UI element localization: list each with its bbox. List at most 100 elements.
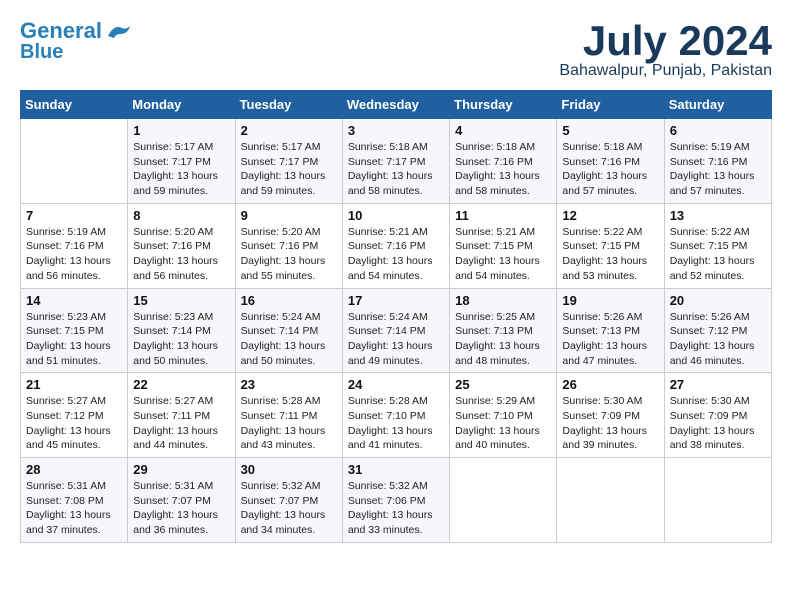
day-number: 5 xyxy=(562,123,658,138)
calendar-cell: 19 Sunrise: 5:26 AM Sunset: 7:13 PM Dayli… xyxy=(557,288,664,373)
header-thursday: Thursday xyxy=(450,91,557,119)
header-monday: Monday xyxy=(128,91,235,119)
logo-bird-icon xyxy=(104,20,132,42)
calendar-cell: 7 Sunrise: 5:19 AM Sunset: 7:16 PM Daylig… xyxy=(21,203,128,288)
calendar-cell: 13 Sunrise: 5:22 AM Sunset: 7:15 PM Dayli… xyxy=(664,203,771,288)
calendar-table: SundayMondayTuesdayWednesdayThursdayFrid… xyxy=(20,90,772,543)
calendar-cell: 28Sunrise: 5:31 AM Sunset: 7:08 PM Dayli… xyxy=(21,458,128,543)
calendar-cell: 8 Sunrise: 5:20 AM Sunset: 7:16 PM Daylig… xyxy=(128,203,235,288)
calendar-week-4: 21 Sunrise: 5:27 AM Sunset: 7:12 PM Dayli… xyxy=(21,373,772,458)
calendar-cell: 14Sunrise: 5:23 AM Sunset: 7:15 PM Dayli… xyxy=(21,288,128,373)
calendar-cell: 26Sunrise: 5:30 AM Sunset: 7:09 PM Dayli… xyxy=(557,373,664,458)
calendar-cell: 10 Sunrise: 5:21 AM Sunset: 7:16 PM Dayli… xyxy=(342,203,449,288)
calendar-week-3: 14Sunrise: 5:23 AM Sunset: 7:15 PM Dayli… xyxy=(21,288,772,373)
day-info: Sunrise: 5:19 AM Sunset: 7:16 PM Dayligh… xyxy=(26,225,122,284)
day-info: Sunrise: 5:26 AM Sunset: 7:12 PM Dayligh… xyxy=(670,310,766,369)
day-number: 8 xyxy=(133,208,229,223)
calendar-cell: 9 Sunrise: 5:20 AM Sunset: 7:16 PM Daylig… xyxy=(235,203,342,288)
header-tuesday: Tuesday xyxy=(235,91,342,119)
header-sunday: Sunday xyxy=(21,91,128,119)
day-info: Sunrise: 5:25 AM Sunset: 7:13 PM Dayligh… xyxy=(455,310,551,369)
calendar-cell: 6Sunrise: 5:19 AM Sunset: 7:16 PM Daylig… xyxy=(664,119,771,204)
day-number: 23 xyxy=(241,377,337,392)
day-number: 24 xyxy=(348,377,444,392)
day-info: Sunrise: 5:31 AM Sunset: 7:08 PM Dayligh… xyxy=(26,479,122,538)
day-info: Sunrise: 5:23 AM Sunset: 7:15 PM Dayligh… xyxy=(26,310,122,369)
calendar-cell: 21 Sunrise: 5:27 AM Sunset: 7:12 PM Dayli… xyxy=(21,373,128,458)
calendar-cell: 1 Sunrise: 5:17 AM Sunset: 7:17 PM Daylig… xyxy=(128,119,235,204)
day-number: 4 xyxy=(455,123,551,138)
calendar-cell xyxy=(21,119,128,204)
day-number: 2 xyxy=(241,123,337,138)
day-number: 30 xyxy=(241,462,337,477)
day-info: Sunrise: 5:19 AM Sunset: 7:16 PM Dayligh… xyxy=(670,140,766,199)
day-number: 13 xyxy=(670,208,766,223)
calendar-cell: 17 Sunrise: 5:24 AM Sunset: 7:14 PM Dayli… xyxy=(342,288,449,373)
day-info: Sunrise: 5:17 AM Sunset: 7:17 PM Dayligh… xyxy=(241,140,337,199)
day-number: 9 xyxy=(241,208,337,223)
calendar-cell: 30 Sunrise: 5:32 AM Sunset: 7:07 PM Dayli… xyxy=(235,458,342,543)
day-number: 26 xyxy=(562,377,658,392)
calendar-cell: 4 Sunrise: 5:18 AM Sunset: 7:16 PM Daylig… xyxy=(450,119,557,204)
day-info: Sunrise: 5:27 AM Sunset: 7:12 PM Dayligh… xyxy=(26,394,122,453)
calendar-cell: 2 Sunrise: 5:17 AM Sunset: 7:17 PM Daylig… xyxy=(235,119,342,204)
calendar-cell xyxy=(557,458,664,543)
day-info: Sunrise: 5:22 AM Sunset: 7:15 PM Dayligh… xyxy=(562,225,658,284)
day-number: 27 xyxy=(670,377,766,392)
calendar-week-5: 28Sunrise: 5:31 AM Sunset: 7:08 PM Dayli… xyxy=(21,458,772,543)
day-info: Sunrise: 5:24 AM Sunset: 7:14 PM Dayligh… xyxy=(348,310,444,369)
day-number: 12 xyxy=(562,208,658,223)
day-info: Sunrise: 5:31 AM Sunset: 7:07 PM Dayligh… xyxy=(133,479,229,538)
calendar-cell: 11 Sunrise: 5:21 AM Sunset: 7:15 PM Dayli… xyxy=(450,203,557,288)
header-friday: Friday xyxy=(557,91,664,119)
day-number: 20 xyxy=(670,293,766,308)
calendar-cell xyxy=(664,458,771,543)
day-info: Sunrise: 5:18 AM Sunset: 7:16 PM Dayligh… xyxy=(455,140,551,199)
calendar-cell: 20 Sunrise: 5:26 AM Sunset: 7:12 PM Dayli… xyxy=(664,288,771,373)
day-info: Sunrise: 5:29 AM Sunset: 7:10 PM Dayligh… xyxy=(455,394,551,453)
day-number: 11 xyxy=(455,208,551,223)
day-info: Sunrise: 5:21 AM Sunset: 7:15 PM Dayligh… xyxy=(455,225,551,284)
header-wednesday: Wednesday xyxy=(342,91,449,119)
day-info: Sunrise: 5:22 AM Sunset: 7:15 PM Dayligh… xyxy=(670,225,766,284)
day-number: 21 xyxy=(26,377,122,392)
day-number: 19 xyxy=(562,293,658,308)
day-info: Sunrise: 5:18 AM Sunset: 7:17 PM Dayligh… xyxy=(348,140,444,199)
day-info: Sunrise: 5:23 AM Sunset: 7:14 PM Dayligh… xyxy=(133,310,229,369)
day-info: Sunrise: 5:32 AM Sunset: 7:07 PM Dayligh… xyxy=(241,479,337,538)
calendar-cell: 16 Sunrise: 5:24 AM Sunset: 7:14 PM Dayli… xyxy=(235,288,342,373)
day-info: Sunrise: 5:17 AM Sunset: 7:17 PM Dayligh… xyxy=(133,140,229,199)
calendar-cell: 25 Sunrise: 5:29 AM Sunset: 7:10 PM Dayli… xyxy=(450,373,557,458)
day-info: Sunrise: 5:20 AM Sunset: 7:16 PM Dayligh… xyxy=(133,225,229,284)
day-number: 7 xyxy=(26,208,122,223)
calendar-cell: 24 Sunrise: 5:28 AM Sunset: 7:10 PM Dayli… xyxy=(342,373,449,458)
day-number: 15 xyxy=(133,293,229,308)
day-number: 16 xyxy=(241,293,337,308)
calendar-cell: 15 Sunrise: 5:23 AM Sunset: 7:14 PM Dayli… xyxy=(128,288,235,373)
day-info: Sunrise: 5:26 AM Sunset: 7:13 PM Dayligh… xyxy=(562,310,658,369)
calendar-cell: 3 Sunrise: 5:18 AM Sunset: 7:17 PM Daylig… xyxy=(342,119,449,204)
day-info: Sunrise: 5:24 AM Sunset: 7:14 PM Dayligh… xyxy=(241,310,337,369)
day-number: 1 xyxy=(133,123,229,138)
day-number: 17 xyxy=(348,293,444,308)
day-info: Sunrise: 5:20 AM Sunset: 7:16 PM Dayligh… xyxy=(241,225,337,284)
calendar-cell: 27Sunrise: 5:30 AM Sunset: 7:09 PM Dayli… xyxy=(664,373,771,458)
day-number: 25 xyxy=(455,377,551,392)
day-info: Sunrise: 5:28 AM Sunset: 7:10 PM Dayligh… xyxy=(348,394,444,453)
day-number: 22 xyxy=(133,377,229,392)
day-number: 3 xyxy=(348,123,444,138)
day-info: Sunrise: 5:18 AM Sunset: 7:16 PM Dayligh… xyxy=(562,140,658,199)
calendar-cell: 31Sunrise: 5:32 AM Sunset: 7:06 PM Dayli… xyxy=(342,458,449,543)
day-number: 10 xyxy=(348,208,444,223)
day-number: 31 xyxy=(348,462,444,477)
calendar-header-row: SundayMondayTuesdayWednesdayThursdayFrid… xyxy=(21,91,772,119)
day-info: Sunrise: 5:27 AM Sunset: 7:11 PM Dayligh… xyxy=(133,394,229,453)
calendar-cell: 18Sunrise: 5:25 AM Sunset: 7:13 PM Dayli… xyxy=(450,288,557,373)
day-number: 29 xyxy=(133,462,229,477)
logo-text: General xyxy=(20,20,102,42)
logo: General Blue xyxy=(20,20,132,62)
calendar-cell: 5 Sunrise: 5:18 AM Sunset: 7:16 PM Daylig… xyxy=(557,119,664,204)
calendar-week-1: 1 Sunrise: 5:17 AM Sunset: 7:17 PM Daylig… xyxy=(21,119,772,204)
calendar-cell: 23Sunrise: 5:28 AM Sunset: 7:11 PM Dayli… xyxy=(235,373,342,458)
day-info: Sunrise: 5:21 AM Sunset: 7:16 PM Dayligh… xyxy=(348,225,444,284)
